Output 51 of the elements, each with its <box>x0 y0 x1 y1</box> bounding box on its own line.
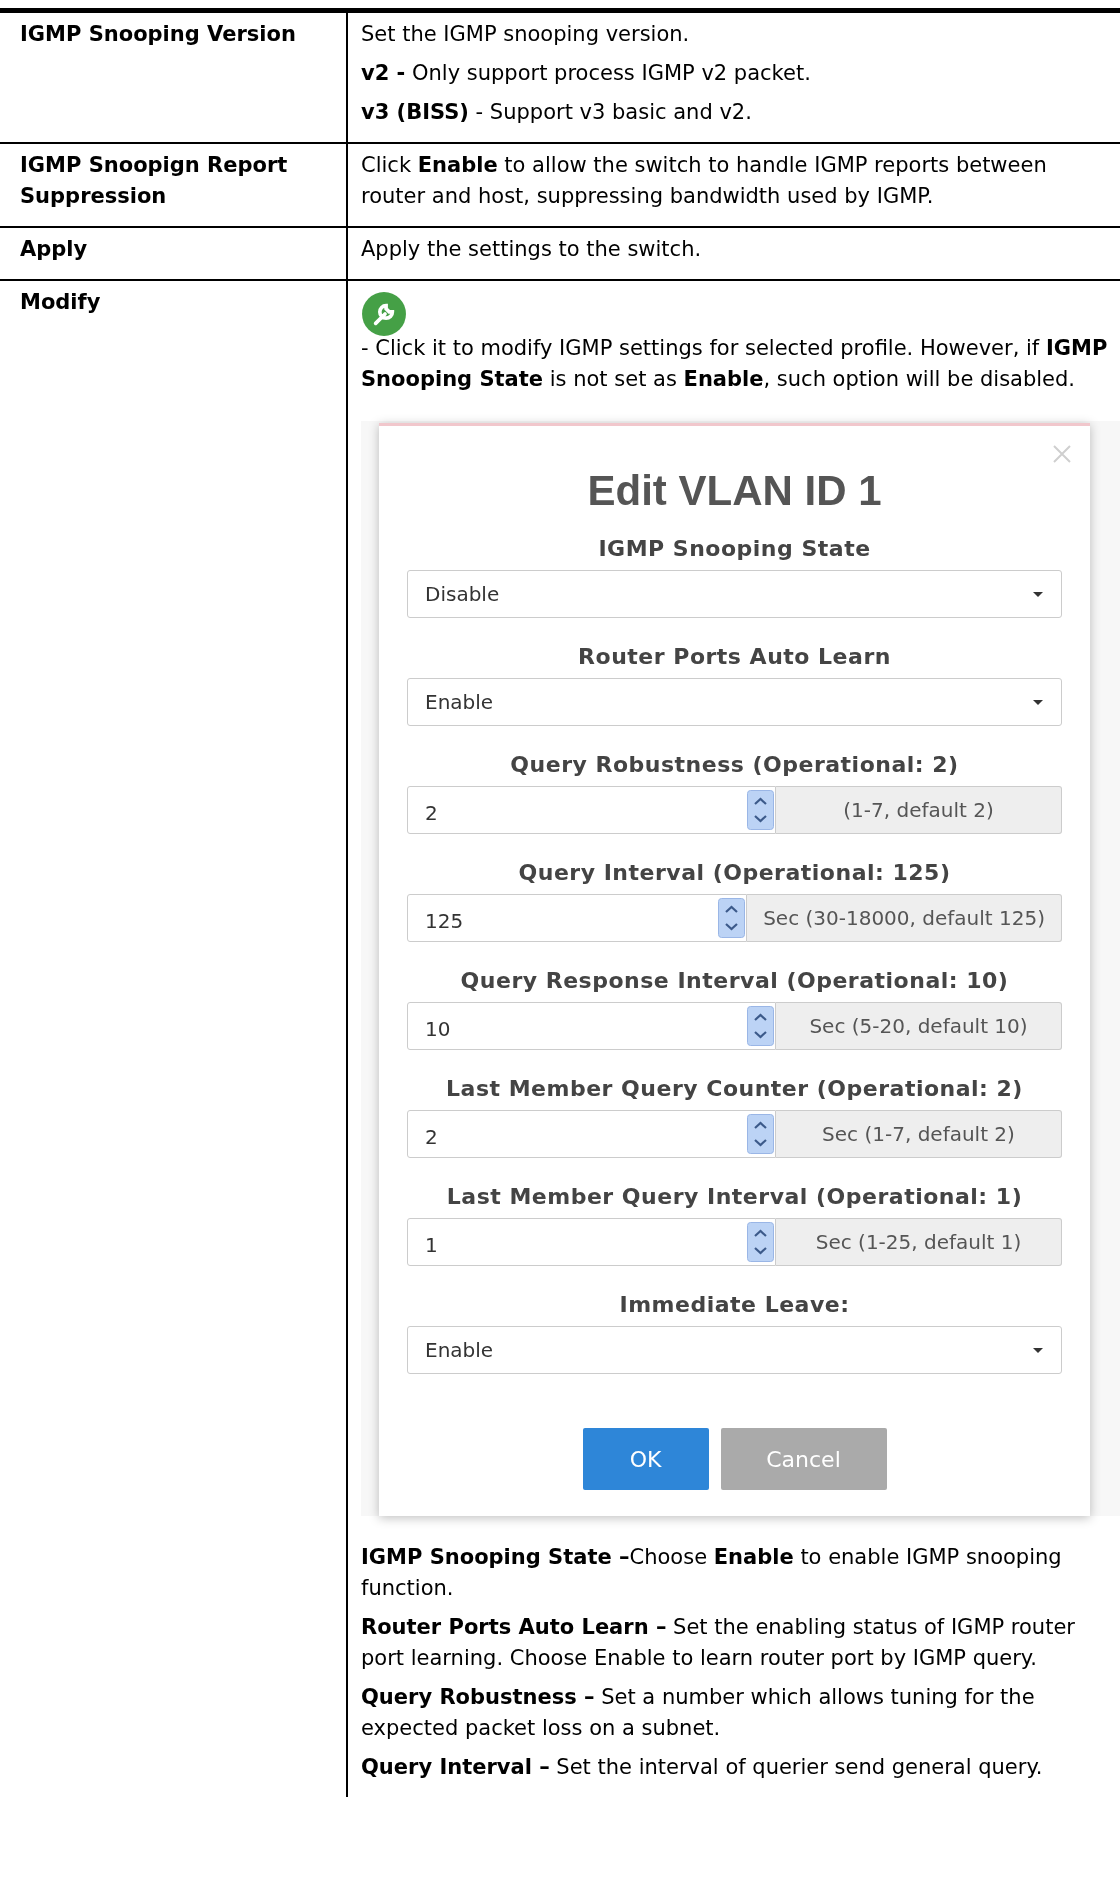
number-input[interactable]: 2 <box>407 1110 776 1158</box>
dropdown-field[interactable]: Enable <box>407 678 1062 726</box>
number-input[interactable]: 10 <box>407 1002 776 1050</box>
dropdown-field[interactable]: Disable <box>407 570 1062 618</box>
field-label: Query Robustness (Operational: 2) <box>509 752 960 778</box>
row-label: Apply <box>20 236 89 263</box>
row-label: IGMP Snooping Version <box>20 21 297 48</box>
field-label: Last Member Query Interval (Operational: 1) <box>445 1184 1024 1210</box>
description-text: v2 - Only support process IGMP v2 packet. <box>361 60 812 87</box>
description-text: Set the IGMP snooping version. <box>361 21 691 48</box>
description-text: - Click it to modify IGMP settings for selected profile. However, if IGMP Snooping State is not set as Enable, such option will be disabled. <box>361 335 1108 393</box>
range-hint: Sec (1-25, default 1) <box>776 1218 1062 1266</box>
number-input[interactable]: 1 <box>407 1218 776 1266</box>
dialog-title: Edit VLAN ID 1 <box>586 466 883 516</box>
dropdown-field[interactable]: Enable <box>407 1326 1062 1374</box>
description-text: Click Enable to allow the switch to handle IGMP reports between router and host, suppressing bandwidth used by IGMP. <box>361 152 1048 210</box>
field-label: Last Member Query Counter (Operational: 2) <box>445 1076 1024 1102</box>
description-text: Query Interval – Set the interval of querier send general query. <box>361 1754 1044 1781</box>
range-hint: Sec (30-18000, default 125) <box>747 894 1062 942</box>
row-label: IGMP Snoopign Report Suppression <box>20 152 289 210</box>
field-label: Query Interval (Operational: 125) <box>517 860 952 886</box>
caret-icon <box>1032 698 1044 706</box>
input-value: 2 <box>425 1124 438 1151</box>
field-label: IGMP Snooping State <box>597 536 872 562</box>
spinner-arrows-icon[interactable] <box>747 1006 774 1046</box>
description-text: v3 (BISS) - Support v3 basic and v2. <box>361 99 753 126</box>
field-label: Immediate Leave: <box>618 1292 851 1318</box>
description-text: Router Ports Auto Learn – Set the enabling status of IGMP router port learning. Choose Enable to learn router port by IGMP query. <box>361 1614 1076 1672</box>
range-hint: Sec (5-20, default 10) <box>776 1002 1062 1050</box>
spinner-arrows-icon[interactable] <box>747 790 774 830</box>
description-text: Apply the settings to the switch. <box>361 236 703 263</box>
spinner-arrows-icon[interactable] <box>718 898 746 938</box>
dialog-button[interactable]: OK <box>582 1428 709 1490</box>
input-value: 1 <box>425 1232 438 1259</box>
number-input[interactable]: 2 <box>407 786 776 834</box>
spinner-arrows-icon[interactable] <box>747 1114 774 1154</box>
range-hint: (1-7, default 2) <box>776 786 1062 834</box>
caret-icon <box>1032 590 1044 598</box>
number-input[interactable]: 125 <box>407 894 748 942</box>
row-label: Modify <box>20 289 102 316</box>
caret-icon <box>1032 1346 1044 1354</box>
input-value: 2 <box>425 800 438 827</box>
description-text: IGMP Snooping State –Choose Enable to enable IGMP snooping function. <box>361 1544 1063 1602</box>
wrench-icon[interactable] <box>361 291 407 337</box>
input-value: 10 <box>425 1016 451 1043</box>
spinner-arrows-icon[interactable] <box>747 1222 774 1262</box>
input-value: 125 <box>425 908 464 935</box>
description-text: Query Robustness – Set a number which allows tuning for the expected packet loss on a subnet. <box>361 1684 1036 1742</box>
field-label: Query Response Interval (Operational: 10) <box>459 968 1010 994</box>
range-hint: Sec (1-7, default 2) <box>776 1110 1062 1158</box>
field-label: Router Ports Auto Learn <box>577 644 892 670</box>
